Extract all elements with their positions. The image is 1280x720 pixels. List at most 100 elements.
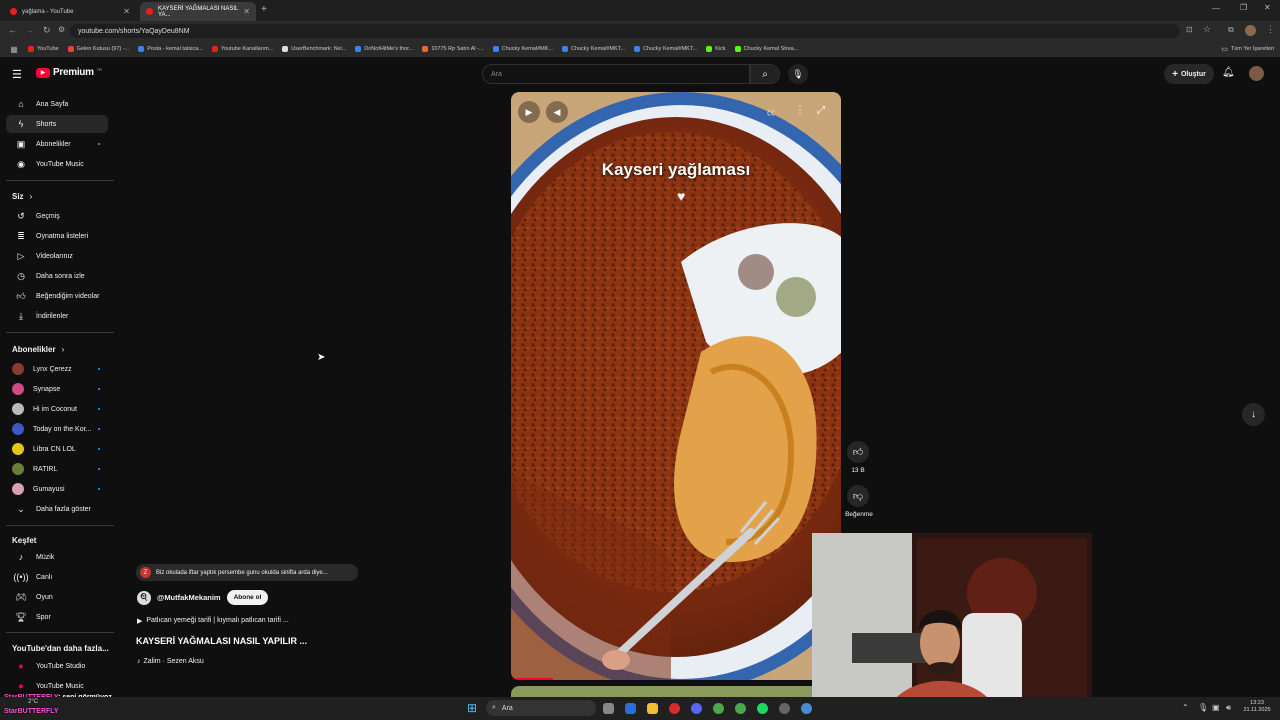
captions-icon[interactable]: ㏄	[767, 107, 775, 118]
next-short-preview[interactable]	[511, 686, 841, 697]
all-bookmarks-button[interactable]: ▭ Tüm Yer İşaretleri	[1221, 45, 1274, 53]
app-icon[interactable]	[625, 703, 636, 714]
task-view-icon[interactable]	[603, 703, 614, 714]
sidebar-item-youtube-studio[interactable]: ● YouTube Studio	[6, 657, 108, 675]
sidebar-item-live[interactable]: ((•)) Canlı	[6, 568, 108, 586]
sidebar-item-downloads[interactable]: ⤓ İndirilenler	[6, 307, 108, 325]
tray-app-icon[interactable]: ▣	[1212, 703, 1220, 712]
channel-logo-icon[interactable]: 🍳︎	[137, 590, 151, 605]
close-tab-icon[interactable]: ✕	[123, 7, 130, 16]
bookmark-item[interactable]: Gelen Kutusu (97) -...	[67, 46, 129, 52]
weather-widget[interactable]: 2°C	[28, 699, 38, 705]
related-playlist-link[interactable]: ▶ Patlıcan yemeği tarifi | kıymalı patlıc…	[137, 617, 289, 625]
fullscreen-icon[interactable]: ⤢	[817, 105, 825, 116]
bookmark-item[interactable]: YouTube	[28, 46, 59, 52]
bookmark-item[interactable]: Youtube Kanallarım...	[211, 46, 273, 52]
profile-avatar[interactable]	[1245, 25, 1256, 36]
youtube-premium-logo[interactable]: ▶ Premium TR	[36, 67, 102, 78]
pinned-comment[interactable]: Z Biz okulada iftar yaptık persembe gunu…	[136, 564, 358, 581]
sidebar-item-music[interactable]: ♪ Müzik	[6, 548, 108, 566]
install-icon[interactable]: ⊡	[1186, 25, 1193, 34]
app-icon[interactable]	[669, 703, 680, 714]
sidebar-item-youtube-music-app[interactable]: ● YouTube Music	[6, 677, 108, 695]
tab-short-active[interactable]: KAYSERİ YAĞMALASI NASIL YA... ✕	[140, 2, 256, 21]
sidebar-item-home[interactable]: ⌂ Ana Sayfa	[6, 95, 108, 113]
reload-icon[interactable]: ↻	[43, 25, 51, 36]
subscription-channel[interactable]: RATIRL	[6, 460, 108, 478]
url-field[interactable]: youtube.com/shorts/YaQayDeu8NM	[70, 24, 1180, 38]
site-info-icon[interactable]: ⚙	[58, 25, 65, 34]
bookmark-star-icon[interactable]: ☆	[1203, 24, 1211, 35]
create-button[interactable]: + Oluştur	[1164, 64, 1214, 84]
more-options-icon[interactable]: ⋮	[795, 105, 805, 116]
discord-icon[interactable]	[691, 703, 702, 714]
subscription-channel[interactable]: Libra CN LOL	[6, 440, 108, 458]
sidebar-item-your-videos[interactable]: ▷ Videolarınız	[6, 247, 108, 265]
taskbar-search[interactable]: ⌕ Ara	[486, 700, 596, 716]
subscription-channel[interactable]: Synapse	[6, 380, 108, 398]
you-section-header[interactable]: Siz ›	[12, 192, 32, 201]
notifications-bell-icon[interactable]: 🔔︎	[1222, 67, 1235, 78]
taskbar-clock[interactable]: 13:23 21.11.2025	[1240, 700, 1274, 714]
chrome-icon[interactable]	[713, 703, 724, 714]
back-icon[interactable]: ←	[8, 25, 17, 35]
like-button[interactable]: 👍︎	[847, 441, 869, 463]
new-tab-button[interactable]: +	[261, 4, 267, 15]
subscription-channel[interactable]: Gumayusi	[6, 480, 108, 498]
bookmark-item[interactable]: Chucky Kemal#MKT...	[634, 46, 697, 52]
subscription-channel[interactable]: Lynx Çerezz	[6, 360, 108, 378]
bookmark-item[interactable]: UserBenchmark: Nvi...	[282, 46, 346, 52]
music-attribution[interactable]: ♪ Zalim · Sezen Aksu	[137, 658, 204, 665]
spotify-icon[interactable]	[757, 703, 768, 714]
tray-chevron-icon[interactable]: ⌃	[1182, 703, 1189, 712]
bookmark-item[interactable]: Chucky Kemal#MKT...	[561, 46, 625, 52]
volume-button[interactable]: ◀	[546, 101, 568, 123]
windows-start-icon[interactable]: ⊞	[467, 701, 477, 715]
app-icon[interactable]	[801, 703, 812, 714]
minimize-icon[interactable]: —	[1212, 4, 1220, 13]
hamburger-menu-icon[interactable]: ☰	[12, 68, 22, 81]
maximize-icon[interactable]: ❐	[1240, 3, 1247, 12]
sidebar-item-sports[interactable]: 🏆︎ Spor	[6, 608, 108, 626]
bookmark-item[interactable]: Chucky Kemal#MK...	[492, 46, 553, 52]
show-more-button[interactable]: ⌄ Daha fazla göster	[6, 500, 108, 518]
apps-grid-icon[interactable]: ▦	[0, 45, 28, 54]
play-button[interactable]: ▶	[518, 101, 540, 123]
forward-icon[interactable]: →	[25, 25, 34, 35]
sidebar-item-subscriptions[interactable]: ▣ Abonelikler	[6, 135, 108, 153]
sidebar-item-shorts[interactable]: ϟ Shorts	[6, 115, 108, 133]
sidebar-item-playlists[interactable]: ≣ Oynatma listeleri	[6, 227, 108, 245]
short-title[interactable]: KAYSERİ YAĞMALASI NASIL YAPILIR ...	[136, 636, 307, 646]
extensions-icon[interactable]: ⧉	[1228, 25, 1234, 35]
tray-mic-icon[interactable]: 🎙︎	[1198, 703, 1208, 712]
subscription-channel[interactable]: Today on the Kor...	[6, 420, 108, 438]
bookmark-item[interactable]: Chucky Kemal Strea...	[734, 46, 798, 52]
tab-youtube-search[interactable]: yağlama - YouTube ✕	[4, 2, 136, 21]
close-window-icon[interactable]: ✕	[1264, 3, 1271, 12]
subscription-channel[interactable]: Hi im Coconut	[6, 400, 108, 418]
bookmark-item[interactable]: Posta - kemal tatsica...	[138, 46, 203, 52]
subscribe-button[interactable]: Abone ol	[226, 590, 269, 605]
dislike-button[interactable]: 👎︎	[847, 485, 869, 507]
chrome-icon[interactable]	[735, 703, 746, 714]
volume-tray-icon[interactable]: 🔊︎	[1226, 703, 1231, 713]
account-avatar[interactable]	[1249, 66, 1264, 81]
search-input[interactable]: Ara	[482, 64, 750, 84]
bookmark-item[interactable]: DoNotHitMe's thor...	[355, 46, 413, 52]
short-video-player[interactable]: Kayseri yağlaması ♥ ▶ ◀ ㏄ ⋮ ⤢	[511, 92, 841, 680]
app-icon[interactable]	[779, 703, 790, 714]
sidebar-item-youtube-music[interactable]: ◉ YouTube Music	[6, 155, 108, 173]
bookmark-item[interactable]: 10775 Rp Satın Al -...	[422, 46, 484, 52]
search-button[interactable]: ⌕	[750, 64, 780, 84]
sidebar-item-watch-later[interactable]: ◷ Daha sonra izle	[6, 267, 108, 285]
close-tab-icon[interactable]: ✕	[243, 7, 250, 16]
voice-search-button[interactable]: 🎙	[788, 64, 808, 84]
sidebar-item-history[interactable]: ↺ Geçmiş	[6, 207, 108, 225]
channel-handle[interactable]: @MutfakMekanim	[157, 593, 221, 602]
subscriptions-section-header[interactable]: Abonelikler ›	[12, 345, 64, 354]
sidebar-item-gaming[interactable]: 🎮︎ Oyun	[6, 588, 108, 606]
bookmark-item[interactable]: Kick	[706, 46, 726, 52]
menu-kebab-icon[interactable]: ⋮	[1266, 24, 1275, 35]
file-explorer-icon[interactable]	[647, 703, 658, 714]
next-short-button[interactable]: ↓	[1242, 403, 1265, 426]
